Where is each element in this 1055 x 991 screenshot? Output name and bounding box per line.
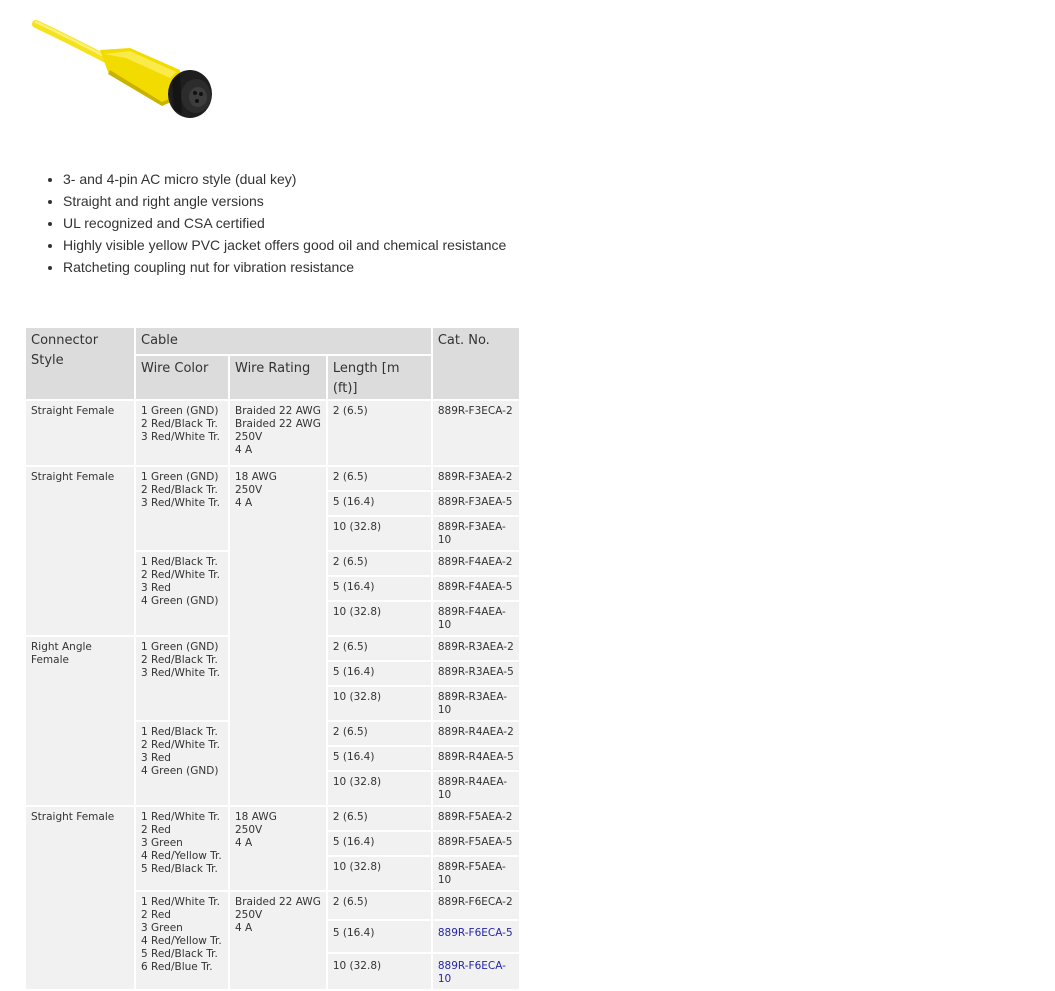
product-image <box>32 20 212 118</box>
header-cable: Cable <box>134 326 433 356</box>
wire-color-cell: 1 Red/White Tr. 2 Red 3 Green 4 Red/Yell… <box>134 890 230 991</box>
cat-no-cell: 889R-F3ECA-2 <box>430 399 521 467</box>
length-cell: 2 (6.5) <box>325 720 433 747</box>
wire-color-cell: 1 Red/Black Tr. 2 Red/White Tr. 3 Red 4 … <box>134 720 230 807</box>
feature-item: Highly visible yellow PVC jacket offers … <box>63 234 506 256</box>
header-wire-rating: Wire Rating <box>228 354 328 401</box>
wire-rating-cell: 18 AWG 250V 4 A <box>228 805 328 892</box>
cat-no-cell: 889R-F4AEA-5 <box>430 575 521 602</box>
feature-item: 3- and 4-pin AC micro style (dual key) <box>63 168 506 190</box>
cat-no-link[interactable]: 889R-F6ECA-5 <box>430 919 521 954</box>
wire-rating-cell: Braided 22 AWG Braided 22 AWG 250V 4 A <box>228 399 328 467</box>
length-cell: 10 (32.8) <box>325 685 433 722</box>
cat-no-cell: 889R-F6ECA-2 <box>430 890 521 921</box>
cat-no-cell: 889R-R3AEA-5 <box>430 660 521 687</box>
wire-color-cell: 1 Green (GND) 2 Red/Black Tr. 3 Red/Whit… <box>134 399 230 467</box>
length-cell: 2 (6.5) <box>325 890 433 921</box>
header-connector-style: Connector Style <box>24 326 136 401</box>
cat-no-cell: 889R-R4AEA-5 <box>430 745 521 772</box>
wire-rating-cell: 18 AWG 250V 4 A <box>228 465 328 807</box>
length-cell: 2 (6.5) <box>325 635 433 662</box>
length-cell: 5 (16.4) <box>325 745 433 772</box>
length-cell: 5 (16.4) <box>325 490 433 517</box>
length-cell: 2 (6.5) <box>325 399 433 467</box>
length-cell: 10 (32.8) <box>325 770 433 807</box>
length-cell: 5 (16.4) <box>325 919 433 954</box>
cat-no-cell: 889R-R4AEA-10 <box>430 770 521 807</box>
cat-no-link-text[interactable]: 889R-F6ECA-5 <box>438 927 513 939</box>
length-cell: 10 (32.8) <box>325 952 433 991</box>
cat-no-cell: 889R-F3AEA-2 <box>430 465 521 492</box>
header-cat-no: Cat. No. <box>430 326 521 401</box>
cat-no-cell: 889R-R3AEA-10 <box>430 685 521 722</box>
wire-color-cell: 1 Red/Black Tr. 2 Red/White Tr. 3 Red 4 … <box>134 550 230 637</box>
wire-color-cell: 1 Red/White Tr. 2 Red 3 Green 4 Red/Yell… <box>134 805 230 892</box>
connector-style-cell: Straight Female <box>24 399 136 467</box>
feature-item: Straight and right angle versions <box>63 190 506 212</box>
cat-no-cell: 889R-R3AEA-2 <box>430 635 521 662</box>
cat-no-cell: 889R-R4AEA-2 <box>430 720 521 747</box>
connector-style-cell: Right Angle Female <box>24 635 136 807</box>
feature-item: UL recognized and CSA certified <box>63 212 506 234</box>
cat-no-cell: 889R-F5AEA-10 <box>430 855 521 892</box>
length-cell: 10 (32.8) <box>325 515 433 552</box>
cat-no-cell: 889R-F3AEA-10 <box>430 515 521 552</box>
length-cell: 5 (16.4) <box>325 830 433 857</box>
length-cell: 2 (6.5) <box>325 805 433 832</box>
connector-style-cell: Straight Female <box>24 805 136 991</box>
cat-no-cell: 889R-F4AEA-2 <box>430 550 521 577</box>
wire-color-cell: 1 Green (GND) 2 Red/Black Tr. 3 Red/Whit… <box>134 465 230 552</box>
length-cell: 5 (16.4) <box>325 575 433 602</box>
length-cell: 2 (6.5) <box>325 465 433 492</box>
cat-no-link-text[interactable]: 889R-F6ECA-10 <box>438 960 506 985</box>
header-wire-color: Wire Color <box>134 354 230 401</box>
length-cell: 5 (16.4) <box>325 660 433 687</box>
feature-item: Ratcheting coupling nut for vibration re… <box>63 256 506 278</box>
length-cell: 2 (6.5) <box>325 550 433 577</box>
cat-no-link[interactable]: 889R-F6ECA-10 <box>430 952 521 991</box>
length-cell: 10 (32.8) <box>325 855 433 892</box>
cat-no-cell: 889R-F4AEA-10 <box>430 600 521 637</box>
cat-no-cell: 889R-F5AEA-2 <box>430 805 521 832</box>
cat-no-cell: 889R-F3AEA-5 <box>430 490 521 517</box>
cordset-spec-table: Connector Style Cable Cat. No. Wire Colo… <box>24 326 521 991</box>
connector-style-cell: Straight Female <box>24 465 136 637</box>
cat-no-cell: 889R-F5AEA-5 <box>430 830 521 857</box>
header-length: Length [m (ft)] <box>325 354 433 401</box>
feature-list: 3- and 4-pin AC micro style (dual key) S… <box>44 168 506 278</box>
length-cell: 10 (32.8) <box>325 600 433 637</box>
wire-rating-cell: Braided 22 AWG 250V 4 A <box>228 890 328 991</box>
wire-color-cell: 1 Green (GND) 2 Red/Black Tr. 3 Red/Whit… <box>134 635 230 722</box>
